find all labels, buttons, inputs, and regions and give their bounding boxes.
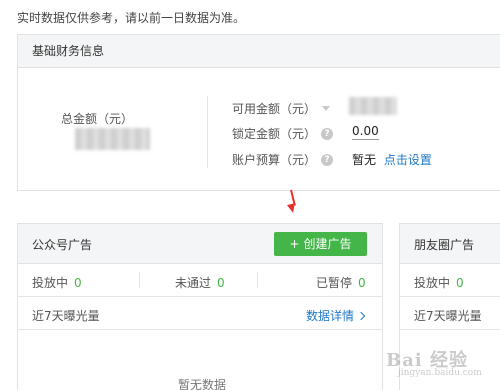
watermark-subtext: jingyan.baidu.com [398,368,482,378]
moments-ads-header: 朋友圈广告 [400,224,500,264]
total-amount-value-blurred [75,128,150,150]
stat-divider [257,272,258,288]
budget-label: 账户预算（元） [232,153,317,167]
moments-exposure-label: 近7天曝光量 [414,309,482,323]
notice-text: 实时数据仅供参考，请以前一日数据为准。 [17,11,246,25]
finance-divider [207,96,208,168]
stat-paused[interactable]: 已暂停 0 [316,274,366,291]
available-amount-row: 可用金额（元） [232,100,331,117]
help-icon[interactable]: ? [321,153,334,166]
help-icon[interactable]: ? [321,127,334,140]
moments-stat-running[interactable]: 投放中 0 [414,274,464,291]
set-budget-link[interactable]: 点击设置 [384,153,432,167]
chevron-right-icon [356,311,366,321]
stat-rejected[interactable]: 未通过 0 [175,274,225,291]
locked-amount-value: 0.00 [352,124,379,140]
stat-running[interactable]: 投放中 0 [32,274,82,291]
finance-card-header: 基础财务信息 [18,35,500,68]
stat-paused-label: 已暂停 [316,276,353,290]
stat-rejected-count: 0 [217,276,225,290]
official-account-ads-title: 公众号广告 [32,238,93,252]
budget-value-group: 暂无 点击设置 [352,151,432,168]
moments-exposure-row: 近7天曝光量 [400,297,500,330]
locked-amount-row: 锁定金额（元） ? [232,125,334,142]
caret-down-icon[interactable] [322,106,331,111]
watermark-logo: Bai 经验 jingyan.baidu.com [386,346,482,378]
stat-rejected-label: 未通过 [175,276,212,290]
available-amount-value-blurred [349,97,397,115]
available-amount-label: 可用金额（元） [232,102,317,116]
budget-value: 暂无 [352,153,377,167]
stat-paused-count: 0 [358,276,366,290]
exposure-label: 近7天曝光量 [32,309,100,323]
exposure-row: 近7天曝光量 数据详情 [18,297,382,330]
moments-stat-running-label: 投放中 [414,276,451,290]
moments-stat-running-count: 0 [456,276,464,290]
locked-amount-label: 锁定金额（元） [232,127,317,141]
moments-ads-title: 朋友圈广告 [414,238,475,252]
red-arrow-annotation [286,189,297,214]
create-ad-button[interactable]: + 创建广告 [274,232,367,256]
stat-running-label: 投放中 [32,276,69,290]
official-account-ads-header: 公众号广告 + 创建广告 [18,224,382,264]
moments-ad-status-stats: 投放中 0 [400,264,500,297]
ad-status-stats: 投放中 0 未通过 0 已暂停 0 [18,264,382,297]
total-amount-label: 总金额（元） [61,112,134,126]
data-details-label: 数据详情 [305,309,354,323]
data-details-link[interactable]: 数据详情 [305,307,366,324]
create-ad-button-label: 创建广告 [303,237,352,251]
official-account-ads-card: 公众号广告 + 创建广告 投放中 0 未通过 0 已暂停 0 近7天曝光量 数据详情 … [17,223,383,390]
no-data-text: 暂无数据 [178,378,227,390]
budget-row: 账户预算（元） ? [232,151,334,168]
plus-icon: + [289,237,300,251]
stat-divider [139,272,140,288]
stat-running-count: 0 [74,276,82,290]
